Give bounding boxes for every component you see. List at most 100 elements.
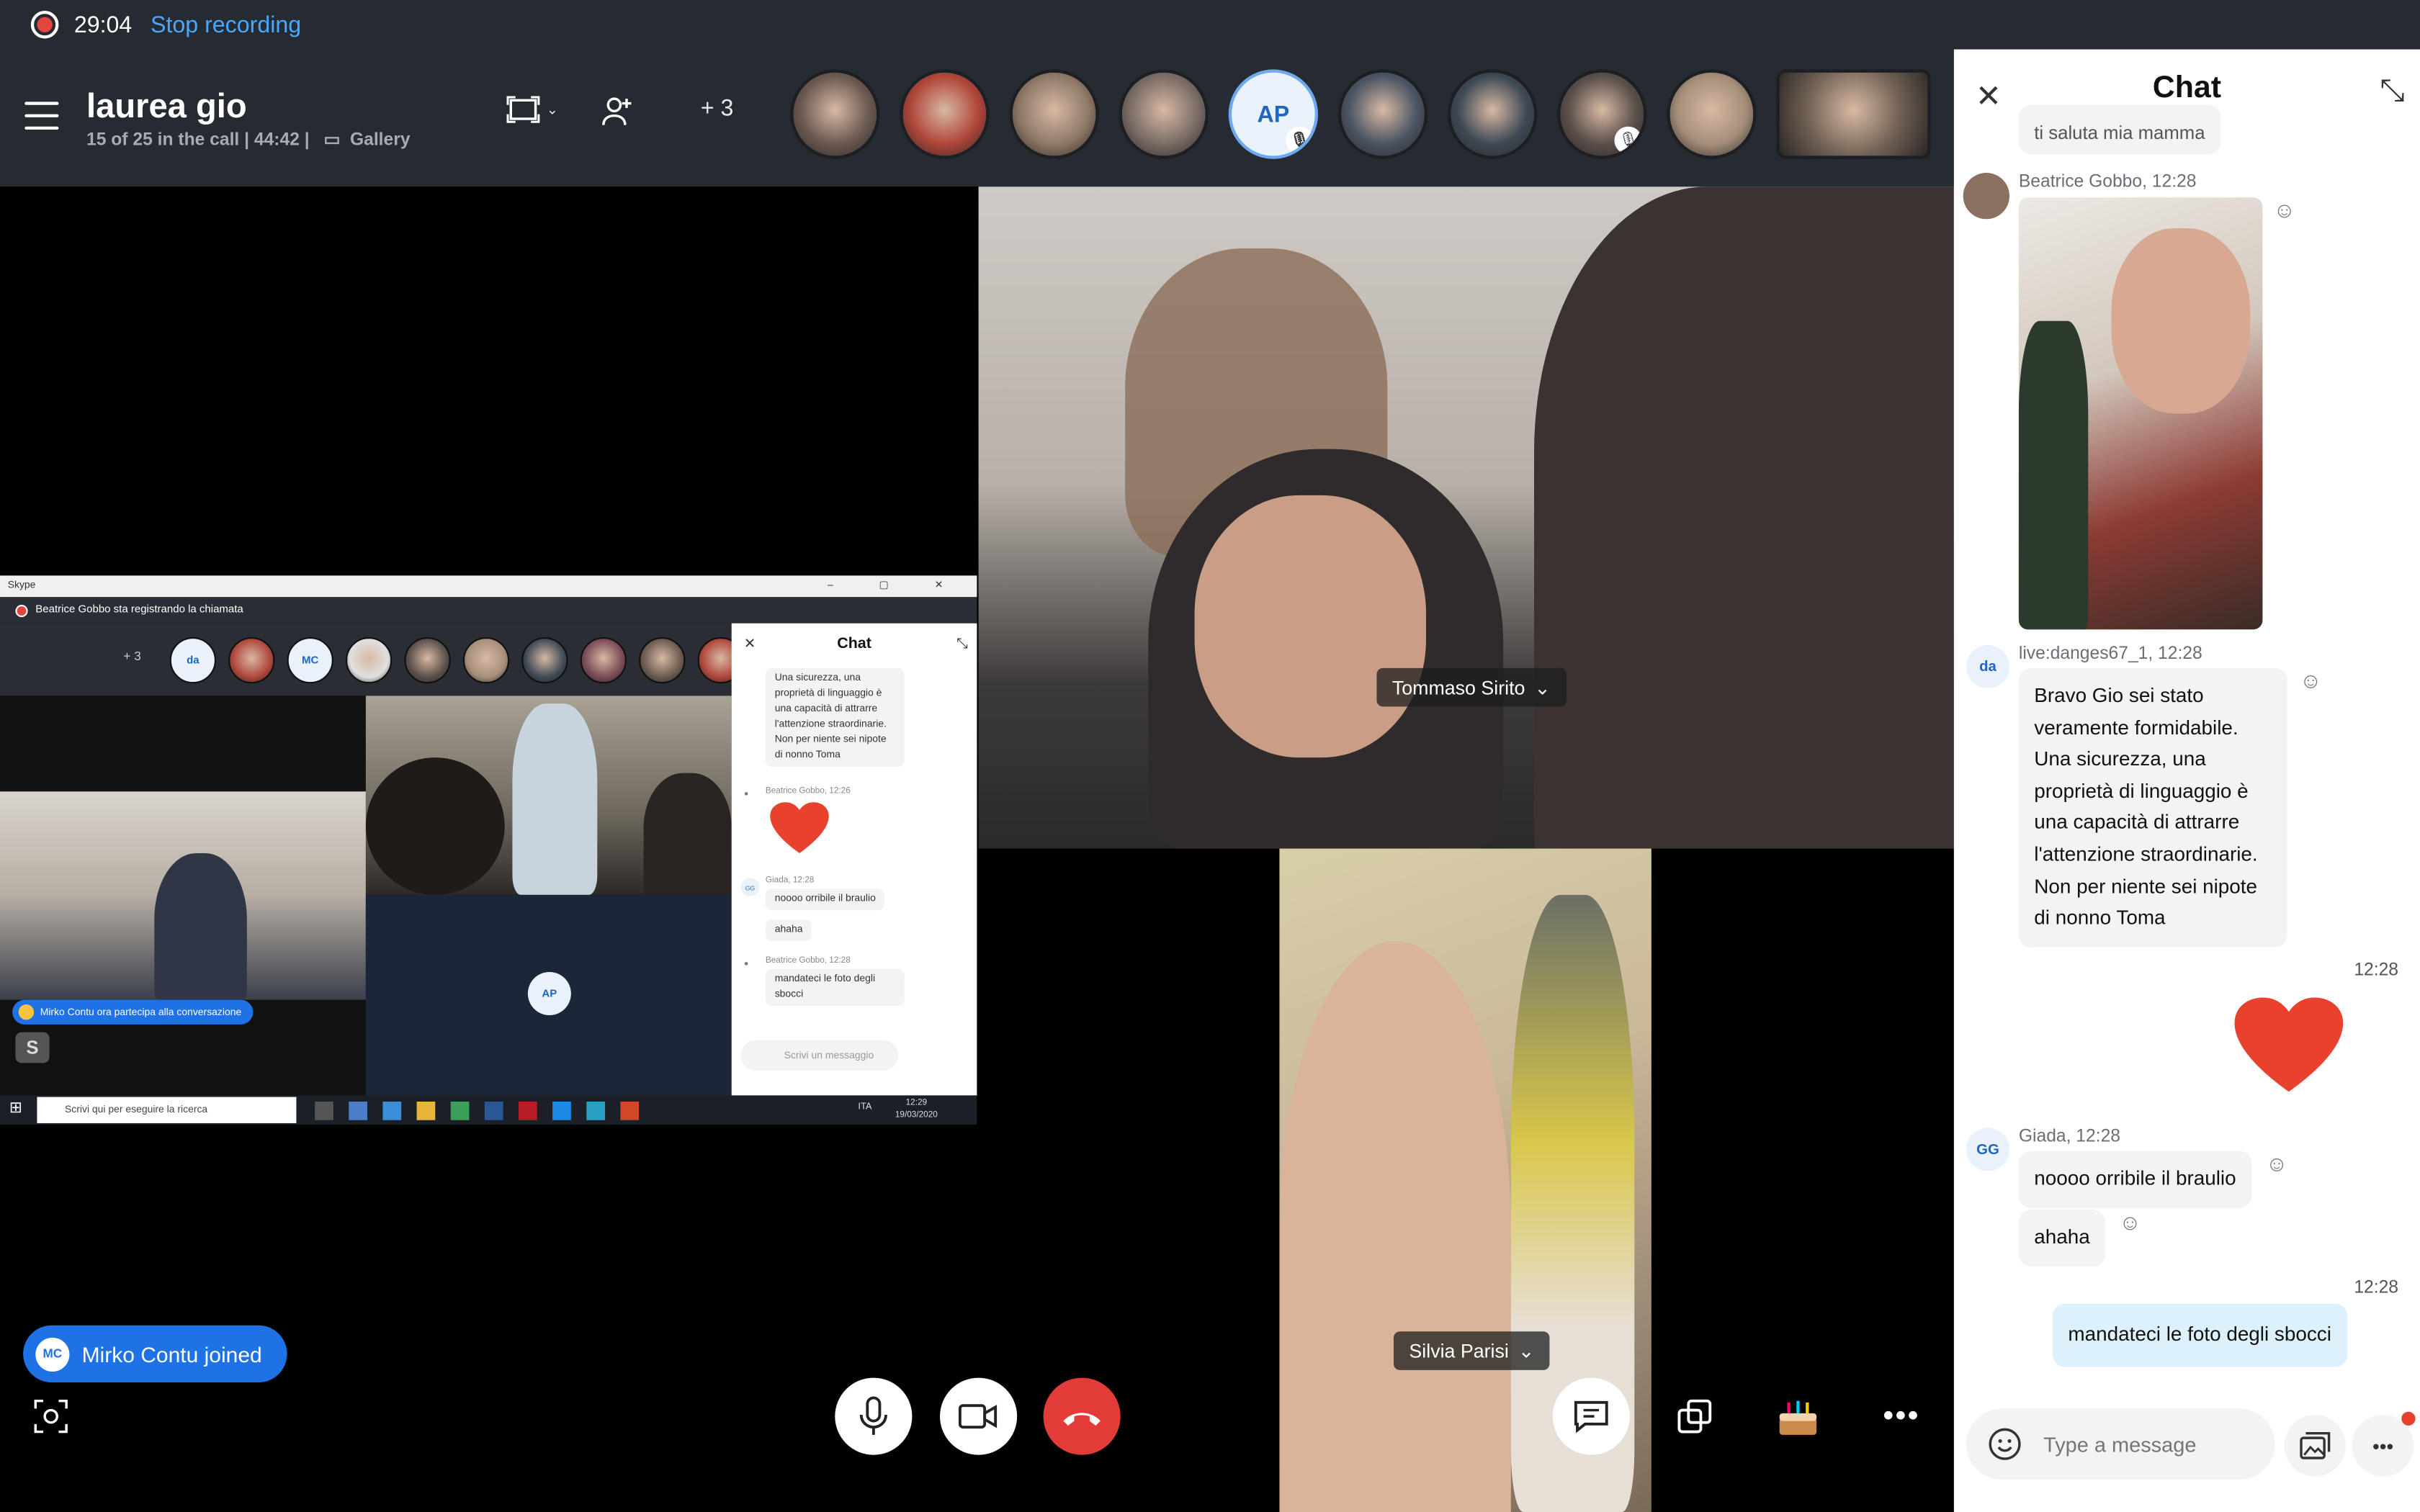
- share-ap-avatar: AP: [527, 972, 571, 1015]
- participant-name-silvia[interactable]: Silvia Parisi ⌄: [1393, 1331, 1550, 1370]
- mail-icon: [382, 1100, 402, 1120]
- taskbar-search-placeholder: Scrivi qui per eseguire la ricerca: [65, 1104, 208, 1116]
- microphone-icon: [859, 1396, 887, 1435]
- share-chat-message: Una sicurezza, una proprietà di linguagg…: [765, 667, 905, 767]
- video-figure: [365, 757, 505, 895]
- chat-panel: ✕ Chat ⤡ ti saluta mia mamma Beatrice Go…: [1953, 49, 2420, 1512]
- share-participant-avatar: [639, 637, 686, 684]
- chat-sender: live:danges67_1, 12:28: [2018, 644, 2202, 664]
- participant-name-label: Tommaso Sirito: [1392, 676, 1525, 698]
- share-joined-toast: Mirko Contu ora partecipa alla conversaz…: [12, 999, 254, 1025]
- taskbar-time: 12:29: [905, 1098, 928, 1108]
- joined-text: Mirko Contu joined: [81, 1341, 262, 1367]
- menu-icon[interactable]: [24, 102, 59, 130]
- add-person-icon: [602, 97, 632, 125]
- participant-avatar[interactable]: AP 🎙: [1228, 69, 1318, 159]
- participant-avatar[interactable]: [790, 69, 880, 159]
- heart-icon[interactable]: [2232, 994, 2347, 1099]
- participant-avatar[interactable]: [1119, 69, 1209, 159]
- taskbar-apps: [315, 1100, 640, 1120]
- app-icon: [450, 1100, 470, 1120]
- explorer-icon: [416, 1100, 436, 1120]
- message-composer[interactable]: [1966, 1408, 2275, 1480]
- share-video-tile: AP: [365, 894, 732, 1096]
- layout-button[interactable]: ⌄: [506, 96, 558, 124]
- chat-avatar: GG: [1966, 1128, 2009, 1171]
- share-participant-avatar: [346, 637, 393, 684]
- participant-avatar[interactable]: [1776, 69, 1931, 159]
- screen-share[interactable]: Skype – ▢ ✕ Beatrice Gobbo sta registran…: [0, 575, 977, 1125]
- chat-message[interactable]: ahaha: [2018, 1210, 2106, 1266]
- participant-avatar[interactable]: [1009, 69, 1099, 159]
- hang-up-icon: [1063, 1413, 1101, 1426]
- participant-avatar[interactable]: [1447, 69, 1538, 159]
- chat-message[interactable]: noooo orribile il braulio: [2018, 1151, 2252, 1207]
- add-reaction-icon[interactable]: ☺: [2273, 197, 2295, 222]
- photo-bottle: [2018, 320, 2089, 630]
- chat-photo[interactable]: [2018, 197, 2263, 630]
- participant-initials: AP: [1257, 101, 1290, 127]
- powerpoint-icon: [620, 1100, 640, 1120]
- call-subtitle: 15 of 25 in the call | 44:42 | ▭ Gallery: [86, 128, 411, 150]
- video-toggle-button[interactable]: [940, 1377, 1018, 1455]
- ellipsis-icon: •••: [2372, 1434, 2394, 1457]
- call-header: laurea gio 15 of 25 in the call | 44:42 …: [0, 49, 1954, 187]
- media-button[interactable]: [2284, 1414, 2347, 1477]
- share-chat-composer: Scrivi un messaggio: [740, 1040, 899, 1071]
- chevron-down-icon: ⌄: [546, 101, 558, 117]
- recording-bar: 29:04 Stop recording: [0, 0, 2420, 50]
- add-participant-button[interactable]: [601, 96, 635, 127]
- chevron-down-icon: ⌄: [1534, 677, 1551, 699]
- participant-name-tommaso[interactable]: Tommaso Sirito ⌄: [1376, 667, 1567, 707]
- share-chat-avatar: ●: [743, 790, 749, 799]
- mute-button[interactable]: [835, 1377, 913, 1455]
- participant-avatar[interactable]: [1337, 69, 1428, 159]
- message-input[interactable]: [2043, 1432, 2244, 1456]
- add-reaction-icon[interactable]: ☺: [2266, 1151, 2288, 1176]
- emoji-icon[interactable]: [1988, 1427, 2022, 1461]
- share-chat-message: noooo orribile il braulio: [765, 888, 885, 911]
- chat-sender: Giada, 12:28: [2018, 1128, 2120, 1147]
- reactions-button[interactable]: [1770, 1389, 1826, 1444]
- add-reaction-icon[interactable]: ☺: [2119, 1210, 2141, 1234]
- layout-icon: [506, 96, 540, 123]
- my-chat-message[interactable]: mandateci le foto degli sbocci: [2053, 1303, 2347, 1367]
- share-recording-notice: Beatrice Gobbo sta registrando la chiama…: [35, 605, 243, 616]
- switch-view-button[interactable]: [1667, 1389, 1722, 1444]
- taskbar-search: Scrivi qui per eseguire la ricerca: [37, 1097, 297, 1123]
- open-chat-button[interactable]: [1552, 1377, 1630, 1455]
- record-icon: [30, 11, 59, 39]
- chat-message[interactable]: Bravo Gio sei stato veramente formidabil…: [2018, 667, 2287, 948]
- video-figure: [1534, 186, 1954, 849]
- participant-avatar[interactable]: [1667, 69, 1757, 159]
- more-chat-options-button[interactable]: •••: [2352, 1411, 2416, 1477]
- more-participants-count: + 3: [700, 95, 734, 122]
- emoji-icon: [18, 1004, 35, 1020]
- view-mode[interactable]: Gallery: [350, 131, 411, 150]
- video-face: [1279, 941, 1511, 1512]
- share-participant-avatar: [462, 637, 510, 684]
- add-reaction-icon[interactable]: ☺: [2300, 668, 2322, 693]
- end-call-button[interactable]: [1043, 1377, 1121, 1455]
- share-chat-avatar: GG: [740, 878, 760, 896]
- share-video-tile: [365, 696, 732, 895]
- more-participants-button[interactable]: + 3: [701, 96, 734, 122]
- store-icon: [349, 1100, 367, 1120]
- chat-timestamp: 12:28: [2354, 961, 2398, 980]
- taskbar-language: ITA: [858, 1103, 872, 1112]
- more-options-button[interactable]: •••: [1873, 1389, 1929, 1444]
- participant-avatar[interactable]: 🎙: [1557, 69, 1647, 159]
- chat-message[interactable]: ti saluta mia mamma: [2018, 104, 2220, 155]
- share-participant-avatar: [521, 637, 568, 684]
- snapshot-button[interactable]: [23, 1389, 79, 1444]
- participant-avatar[interactable]: [900, 69, 990, 159]
- video-tile-tommaso[interactable]: Tommaso Sirito ⌄: [978, 186, 1954, 849]
- netflix-icon: [519, 1100, 537, 1120]
- stop-recording-link[interactable]: Stop recording: [151, 12, 301, 37]
- expand-icon[interactable]: ⤡: [2380, 74, 2404, 109]
- share-joined-text: Mirko Contu ora partecipa alla conversaz…: [40, 1007, 242, 1018]
- share-chat-message: ahaha: [765, 919, 812, 942]
- chevron-down-icon: ⌄: [1518, 1341, 1535, 1363]
- share-more-count: + 3: [123, 649, 141, 664]
- share-chat-sender: Beatrice Gobbo, 12:28: [765, 956, 851, 966]
